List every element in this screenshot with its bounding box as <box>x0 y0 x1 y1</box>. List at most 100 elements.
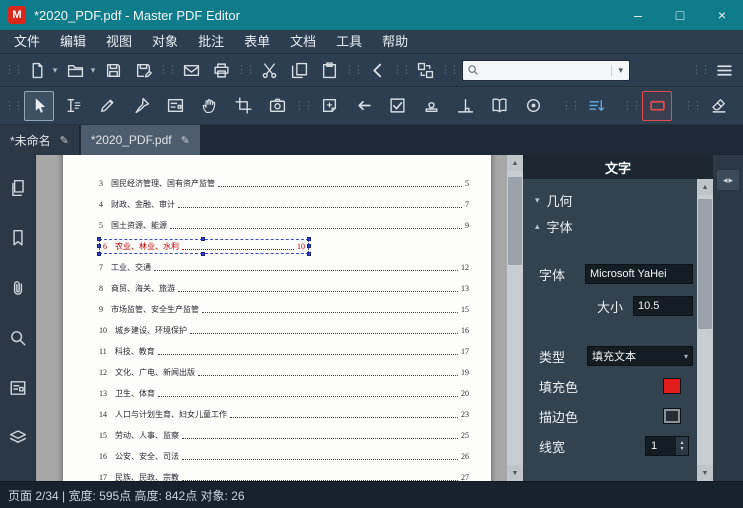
menu-tools[interactable]: 工具 <box>326 30 372 54</box>
stamp-tool-button[interactable] <box>416 91 446 121</box>
hand-tool-button[interactable] <box>194 91 224 121</box>
selection-handle[interactable] <box>307 252 311 256</box>
toc-row[interactable]: 4 财政、金融、审计 7 <box>99 194 469 215</box>
toc-line[interactable]: 12 文化、广电、新闻出版 19 <box>99 367 469 378</box>
thumbnails-button[interactable] <box>2 163 34 213</box>
toc-line[interactable]: 8 商贸、海关、旅游 13 <box>99 283 469 294</box>
toc-row[interactable]: 3 国民经济管理、国有资产监管 5 <box>99 173 469 194</box>
edit-text-tool-button[interactable] <box>58 91 88 121</box>
toc-line[interactable]: 7 工业、交通 12 <box>99 262 469 273</box>
menu-form[interactable]: 表单 <box>234 30 280 54</box>
menu-file[interactable]: 文件 <box>4 30 50 54</box>
crop-tool-button[interactable] <box>228 91 258 121</box>
paste-button[interactable] <box>314 57 344 83</box>
toc-row[interactable]: 17 民族、民政、宗教 27 <box>99 467 469 481</box>
panel-scroll-up-button[interactable]: ▲ <box>697 179 713 195</box>
bookmarks-button[interactable] <box>2 213 34 263</box>
cut-button[interactable] <box>254 57 284 83</box>
reorder-tool-button[interactable] <box>581 91 611 121</box>
copy-button[interactable] <box>284 57 314 83</box>
save-as-button[interactable] <box>128 57 158 83</box>
tab-2020-pdf[interactable]: *2020_PDF.pdf ✎ <box>80 125 200 155</box>
toc-row[interactable]: 16 公安、安全、司法 26 <box>99 446 469 467</box>
selection-handle[interactable] <box>201 237 205 241</box>
spin-down-icon[interactable]: ▾ <box>680 446 683 452</box>
select-tool-button[interactable] <box>24 90 54 121</box>
reading-tool-button[interactable] <box>484 91 514 121</box>
toolbar-grip[interactable] <box>7 96 19 116</box>
open-document-caret[interactable]: ▾ <box>88 65 98 76</box>
scrollbar-thumb[interactable] <box>508 177 522 265</box>
toc-row[interactable]: 13 卫生、体育 20 <box>99 383 469 404</box>
line-width-spinner[interactable]: 1 ▴ ▾ <box>645 436 689 456</box>
selected-text-object[interactable]: 6 农业、林业、水利 10 <box>97 237 311 256</box>
toc-row[interactable]: 8 商贸、海关、旅游 13 <box>99 278 469 299</box>
toolbar-grip[interactable] <box>625 96 637 116</box>
new-document-button[interactable] <box>22 57 52 83</box>
layers-button[interactable] <box>2 413 34 463</box>
toolbar-grip[interactable] <box>161 60 173 80</box>
scrollbar-track[interactable] <box>507 171 523 465</box>
font-size-input[interactable]: 10.5 <box>633 296 693 316</box>
toolbar-grip[interactable] <box>239 60 251 80</box>
toc-row[interactable]: 7 工业、交通 12 <box>99 257 469 278</box>
toc-line[interactable]: 10 城乡建设、环境保护 16 <box>99 325 469 336</box>
redact-rectangle-tool-button[interactable] <box>642 90 672 121</box>
toc-row[interactable]: 15 劳动、人事、监察 25 <box>99 425 469 446</box>
menu-document[interactable]: 文档 <box>280 30 326 54</box>
toc-row[interactable]: 14 人口与计划生育、妇女儿童工作 23 <box>99 404 469 425</box>
toolbar-grip[interactable] <box>694 60 706 80</box>
toolbar-grip[interactable] <box>395 60 407 80</box>
toc-line[interactable]: 17 民族、民政、宗教 27 <box>99 472 469 481</box>
toc-line[interactable]: 5 国土资源、能源 9 <box>99 220 469 231</box>
panel-scrollbar-thumb[interactable] <box>698 199 712 329</box>
stroke-color-swatch[interactable] <box>663 408 681 424</box>
tab-pencil-icon[interactable]: ✎ <box>181 134 190 147</box>
selection-handle[interactable] <box>97 243 101 248</box>
checkbox-tool-button[interactable] <box>382 91 412 121</box>
menu-help[interactable]: 帮助 <box>372 30 418 54</box>
attachments-button[interactable] <box>2 263 34 313</box>
radio-button-tool-button[interactable] <box>518 91 548 121</box>
toolbar-grip[interactable] <box>7 60 19 80</box>
maximize-button[interactable]: □ <box>659 0 701 30</box>
panel-scrollbar[interactable]: ▲ ▼ <box>697 179 713 481</box>
search-box[interactable]: ▾ <box>462 59 630 81</box>
minimize-button[interactable]: – <box>617 0 659 30</box>
toc-row[interactable]: 11 科技、教育 17 <box>99 341 469 362</box>
menu-view[interactable]: 视图 <box>96 30 142 54</box>
print-button[interactable] <box>206 57 236 83</box>
toc-line[interactable]: 16 公安、安全、司法 26 <box>99 451 469 462</box>
add-note-tool-button[interactable] <box>314 91 344 121</box>
toc-row[interactable]: 9 市场监管、安全生产监管 15 <box>99 299 469 320</box>
toc-row[interactable]: 10 城乡建设、环境保护 16 <box>99 320 469 341</box>
toc-line[interactable]: 13 卫生、体育 20 <box>99 388 469 399</box>
toc-line[interactable]: 4 财政、金融、审计 7 <box>99 199 469 210</box>
selection-handle[interactable] <box>307 237 311 241</box>
arrange-button[interactable] <box>410 57 440 83</box>
toolbar-grip[interactable] <box>564 96 576 116</box>
toc-line[interactable]: 14 人口与计划生育、妇女儿童工作 23 <box>99 409 469 420</box>
panel-scrollbar-track[interactable] <box>697 195 713 465</box>
back-button[interactable] <box>362 57 392 83</box>
toc-line[interactable]: 3 国民经济管理、国有资产监管 5 <box>99 178 469 189</box>
toc-line[interactable]: 15 劳动、人事、监察 25 <box>99 430 469 441</box>
document-area[interactable]: 3 国民经济管理、国有资产监管 5 4 财政、金融、审计 7 5 国土资源、能源 9 6 农业、林业… <box>36 155 523 481</box>
toc-row[interactable]: 12 文化、广电、新闻出版 19 <box>99 362 469 383</box>
toolbar-grip[interactable] <box>686 96 698 116</box>
search-panel-button[interactable] <box>2 313 34 363</box>
eraser-tool-button[interactable] <box>703 91 733 121</box>
toc-line[interactable]: 11 科技、教育 17 <box>99 346 469 357</box>
pencil-tool-button[interactable] <box>92 91 122 121</box>
section-geometry[interactable]: ▾ 几何 <box>523 187 697 213</box>
toc-line[interactable]: 9 市场监管、安全生产监管 15 <box>99 304 469 315</box>
type-select[interactable]: 填充文本 ▾ <box>587 346 693 366</box>
measure-tool-button[interactable] <box>450 91 480 121</box>
scroll-down-button[interactable]: ▼ <box>507 465 523 481</box>
selection-handle[interactable] <box>307 243 311 248</box>
selection-handle[interactable] <box>97 252 101 256</box>
pdf-page[interactable]: 3 国民经济管理、国有资产监管 5 4 财政、金融、审计 7 5 国土资源、能源 9 6 农业、林业… <box>63 155 491 481</box>
scroll-up-button[interactable]: ▲ <box>507 155 523 171</box>
toc-row[interactable]: 6 农业、林业、水利 10 <box>97 236 469 257</box>
document-scrollbar[interactable]: ▲ ▼ <box>507 155 523 481</box>
